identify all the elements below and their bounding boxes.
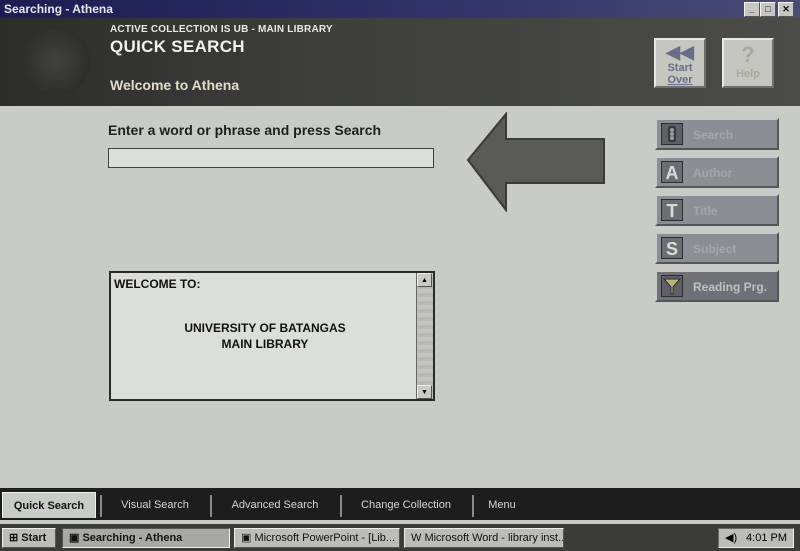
title-button-label: Title (693, 204, 718, 218)
question-icon: ? (741, 42, 755, 67)
scroll-down-icon[interactable]: ▼ (417, 385, 432, 399)
tab-quick-search[interactable]: Quick Search (2, 492, 96, 518)
search-button-label: Search (693, 128, 734, 142)
reading-program-button[interactable]: Reading Prg. (655, 270, 779, 302)
welcome-heading: WELCOME TO: (114, 277, 201, 291)
athena-app-icon: ▣ (69, 532, 83, 544)
search-button[interactable]: Search (655, 118, 779, 150)
taskbar-item-athena[interactable]: ▣ Searching - Athena (62, 528, 230, 548)
welcome-line-1: UNIVERSITY OF BATANGAS (184, 321, 346, 335)
reading-program-label: Reading Prg. (693, 280, 768, 294)
title-button[interactable]: T Title (655, 194, 779, 226)
header: ACTIVE COLLECTION IS UB - MAIN LIBRARY Q… (0, 18, 800, 106)
scroll-up-icon[interactable]: ▲ (417, 273, 432, 287)
welcome-box: WELCOME TO: UNIVERSITY OF BATANGAS MAIN … (109, 271, 435, 401)
word-icon: W (411, 532, 425, 544)
start-button[interactable]: ⊞ Start (2, 528, 56, 548)
search-prompt: Enter a word or phrase and press Search (108, 122, 381, 138)
powerpoint-icon: ▣ (241, 532, 255, 544)
left-arrow-icon (466, 112, 605, 212)
search-prompt-text: Enter a word or phrase and press Search (108, 122, 382, 138)
author-icon: A (661, 161, 683, 183)
welcome-scrollbar[interactable]: ▲ ▼ (416, 273, 433, 399)
system-tray: ◀) 4:01 PM (718, 528, 794, 548)
subject-button[interactable]: S Subject (655, 232, 779, 264)
author-button[interactable]: A Author (655, 156, 779, 188)
taskbar-item-athena-label: Searching - Athena (82, 532, 183, 544)
tab-advanced-search[interactable]: Advanced Search (210, 495, 338, 517)
tab-menu[interactable]: Menu (472, 495, 530, 517)
subject-button-label: Subject (693, 242, 737, 256)
tab-change-collection[interactable]: Change Collection (340, 495, 470, 517)
minimize-button[interactable]: _ (744, 2, 760, 17)
taskbar-item-powerpoint-label: Microsoft PowerPoint - [Lib... (254, 532, 396, 544)
subject-icon: S (661, 237, 683, 259)
taskbar: ⊞ Start ▣ Searching - Athena ▣ Microsoft… (0, 524, 800, 551)
start-over-button[interactable]: ◀◀ Start Over (654, 38, 706, 88)
bottom-tab-bar: Quick Search Visual Search Advanced Sear… (0, 488, 800, 520)
start-over-label-1: Start (667, 62, 693, 74)
start-over-label-2: Over (667, 74, 693, 86)
clock: 4:01 PM (746, 532, 787, 544)
maximize-button[interactable]: □ (760, 2, 776, 17)
taskbar-item-word[interactable]: W Microsoft Word - library inst... (404, 528, 564, 548)
funnel-icon (661, 275, 683, 297)
close-button[interactable]: ✕ (778, 2, 794, 17)
active-collection-text: ACTIVE COLLECTION IS UB - MAIN LIBRARY (110, 24, 333, 35)
help-label: Help (736, 68, 760, 80)
author-button-label: Author (693, 166, 733, 180)
athena-window: Searching - Athena _ □ ✕ ACTIVE COLLECTI… (0, 0, 800, 551)
rewind-icon: ◀◀ (666, 42, 694, 62)
page-title: QUICK SEARCH (110, 37, 245, 56)
window-title: Searching - Athena (4, 2, 113, 16)
taskbar-item-word-label: Microsoft Word - library inst... (424, 532, 564, 544)
traffic-light-icon (661, 123, 683, 145)
title-bar: Searching - Athena _ □ ✕ (0, 0, 800, 18)
title-icon: T (661, 199, 683, 221)
welcome-text: Welcome to Athena (110, 77, 240, 93)
speaker-icon[interactable]: ◀) (725, 529, 737, 547)
tab-visual-search[interactable]: Visual Search (100, 495, 208, 517)
taskbar-item-powerpoint[interactable]: ▣ Microsoft PowerPoint - [Lib... (234, 528, 400, 548)
welcome-line-2: MAIN LIBRARY (221, 337, 309, 351)
search-input[interactable] (108, 148, 434, 168)
help-button[interactable]: ? Help (722, 38, 774, 88)
athena-logo (20, 26, 90, 96)
windows-logo-icon: ⊞ (9, 532, 22, 544)
start-label: Start (21, 532, 47, 544)
